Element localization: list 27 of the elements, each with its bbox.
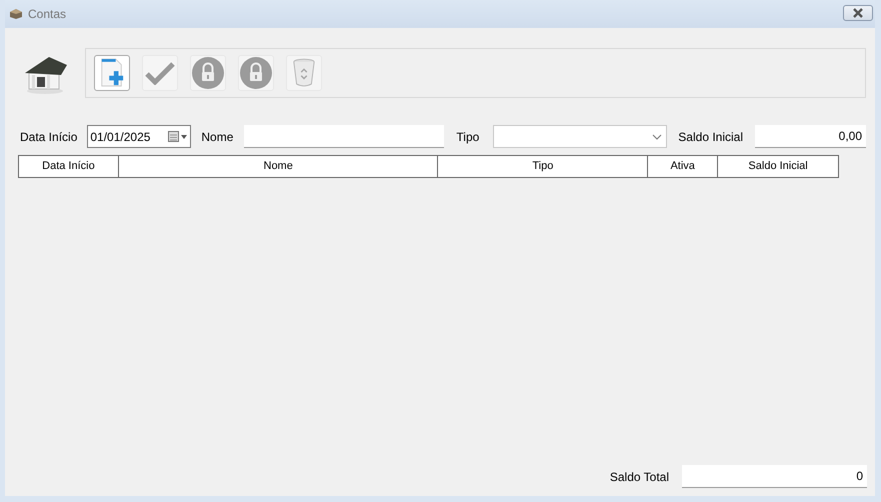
column-header[interactable]: Tipo [438, 156, 648, 177]
type-dropdown[interactable] [493, 125, 668, 148]
filter-label: Tipo [456, 130, 480, 144]
calendar-dropdown-icon [168, 130, 188, 142]
name-field[interactable] [244, 125, 444, 148]
column-header[interactable]: Nome [118, 156, 438, 177]
check-icon [145, 61, 175, 85]
box-icon [9, 8, 23, 20]
lock-icon [192, 57, 224, 89]
filter-label: Saldo Inicial [678, 130, 744, 144]
filter-label: Nome [201, 130, 234, 144]
close-icon [852, 8, 864, 18]
filter-label: Data Início [20, 130, 78, 144]
column-header[interactable]: Saldo Inicial [718, 156, 838, 177]
chevron-down-icon [652, 134, 662, 140]
date-field[interactable]: 01/01/2025 [87, 125, 192, 148]
column-header[interactable]: Data Início [19, 156, 119, 177]
column-header[interactable]: Ativa [648, 156, 718, 177]
total-label: Saldo Total [610, 470, 669, 484]
recycle-bin-icon [292, 58, 316, 88]
new-button[interactable] [94, 55, 130, 91]
new-document-icon [99, 58, 125, 88]
initial-balance-field[interactable]: 0,00 [755, 125, 866, 148]
lock-icon [240, 57, 272, 89]
window-title: Contas [28, 7, 66, 21]
total-balance-field[interactable]: 0 [682, 465, 867, 488]
close-button[interactable] [843, 5, 873, 21]
